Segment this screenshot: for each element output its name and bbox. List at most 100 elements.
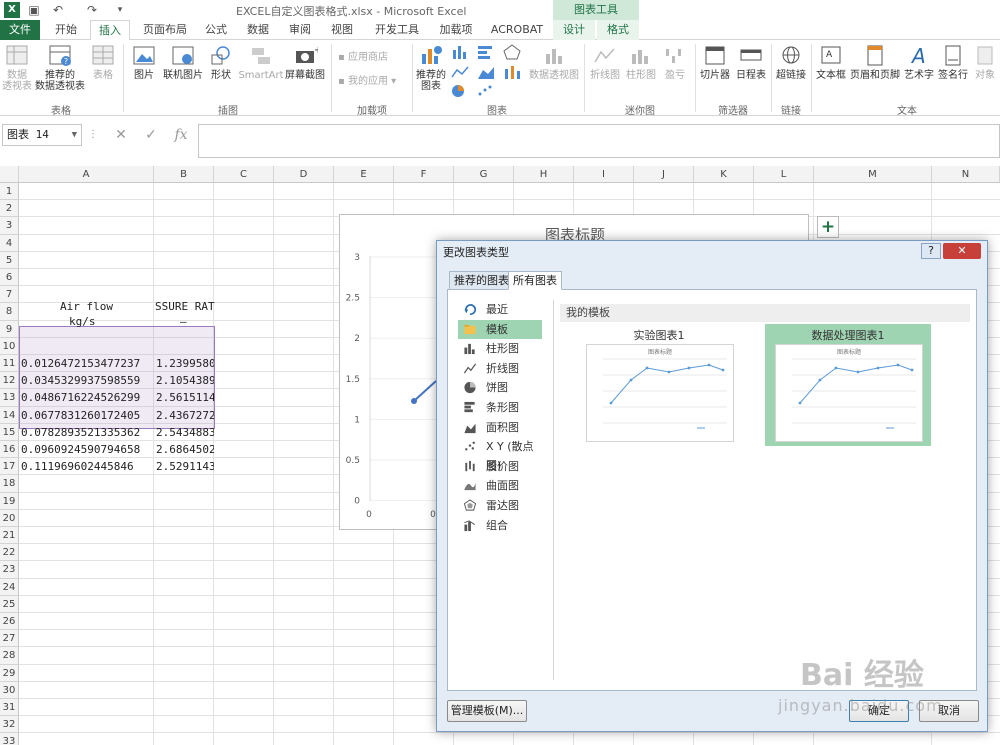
column-header-m[interactable]: M [814,166,932,183]
row-header[interactable]: 5 [0,251,19,269]
cancel-icon[interactable]: ✕ [110,125,132,145]
row-header[interactable]: 16 [0,441,19,459]
tab-acrobat[interactable]: ACROBAT [486,20,548,40]
tab-design[interactable]: 设计 [553,20,595,40]
tab-addins[interactable]: 加载项 [432,20,480,40]
row-header[interactable]: 4 [0,234,19,252]
row-header[interactable]: 18 [0,475,19,493]
chart-type-item[interactable]: 最近 [458,300,542,319]
row-header[interactable]: 9 [0,320,19,338]
row-header[interactable]: 2 [0,200,19,218]
row-header[interactable]: 25 [0,595,19,613]
customize-toolbar-icon[interactable]: ▾ [112,2,128,18]
chart-type-item[interactable]: 面积图 [458,418,542,437]
pictures-button[interactable]: 图片 [128,44,160,81]
row-header[interactable]: 27 [0,630,19,648]
cell-airflow[interactable]: 0.0345329937598559 [21,373,153,388]
chart-type-item[interactable]: 曲面图 [458,476,542,495]
table-button[interactable]: 表格 [88,44,118,81]
column-header-c[interactable]: C [214,166,274,183]
bar-chart-button[interactable] [476,44,498,62]
cell-a10[interactable]: kg/s [69,314,96,329]
cell-pressure-ratio[interactable]: 2.6864502 [156,442,214,457]
sparkline-column-button[interactable]: 柱形图 [624,44,658,81]
row-header[interactable]: 1 [0,183,19,201]
row-header[interactable]: 33 [0,733,19,745]
column-header-l[interactable]: L [754,166,814,183]
insert-function-button[interactable]: fx [170,125,192,145]
row-header[interactable]: 29 [0,664,19,682]
manage-templates-button[interactable]: 管理模板(M)... [447,700,527,722]
row-header[interactable]: 30 [0,681,19,699]
stock-chart-button[interactable] [502,64,524,82]
chart-type-item[interactable]: 条形图 [458,398,542,417]
redo-icon[interactable]: ↷ [84,2,100,18]
enter-icon[interactable]: ✓ [140,125,162,145]
tab-file[interactable]: 文件 [0,20,40,40]
tab-home[interactable]: 开始 [46,20,86,40]
area-chart-button[interactable] [476,64,498,82]
sparkline-line-button[interactable]: 折线图 [588,44,622,81]
pivot-table-button[interactable]: 数据 透视表 [2,44,32,92]
online-pictures-button[interactable]: 联机图片 [162,44,204,81]
row-header[interactable]: 14 [0,406,19,424]
column-header-g[interactable]: G [454,166,514,183]
tab-formulas[interactable]: 公式 [198,20,234,40]
template-card-1[interactable]: 实验图表1 图表标题 [576,324,742,446]
cell-b9[interactable]: SSURE RAT [155,299,215,314]
cell-airflow[interactable]: 0.0782893521335362 [21,425,153,440]
shapes-button[interactable]: 形状 [206,44,236,81]
row-header[interactable]: 6 [0,269,19,287]
cell-airflow[interactable]: 0.0677831260172405 [21,408,153,423]
column-header-n[interactable]: N [932,166,1000,183]
chart-type-item[interactable]: 组合 [458,516,542,535]
row-header[interactable]: 11 [0,355,19,373]
screenshot-button[interactable]: + 屏幕截图 [284,44,326,81]
pivot-chart-button[interactable]: 数据透视图 [528,44,580,81]
cell-pressure-ratio[interactable]: 2.5615114 [156,390,214,405]
row-header[interactable]: 12 [0,372,19,390]
chart-type-item[interactable]: 模板 [458,319,542,339]
row-header[interactable]: 3 [0,217,19,235]
undo-icon[interactable]: ↶ [50,2,66,18]
chart-type-item[interactable]: 股价图 [458,457,542,476]
radar-chart-button[interactable] [502,44,524,62]
slicer-button[interactable]: 切片器 [698,44,732,81]
chart-type-item[interactable]: 柱形图 [458,339,542,358]
select-all-corner[interactable] [0,166,19,183]
store-button[interactable]: ▪ 应用商店 [338,50,388,66]
tab-all-charts[interactable]: 所有图表 [508,271,562,290]
hyperlink-button[interactable]: 超链接 [774,44,808,81]
column-header-b[interactable]: B [154,166,214,183]
column-header-e[interactable]: E [334,166,394,183]
column-header-k[interactable]: K [694,166,754,183]
row-header[interactable]: 22 [0,544,19,562]
timeline-button[interactable]: 日程表 [734,44,768,81]
column-header-j[interactable]: J [634,166,694,183]
cell-b10[interactable]: – [180,314,187,329]
chart-elements-button[interactable]: + [817,216,839,238]
chart-type-item[interactable]: 折线图 [458,359,542,378]
my-apps-button[interactable]: ▪ 我的应用 ▾ [338,74,396,90]
cell-airflow[interactable]: 0.0126472153477237 [21,356,153,371]
template-card-2[interactable]: 数据处理图表1 图表标题 [765,324,931,446]
row-header[interactable]: 20 [0,509,19,527]
cell-pressure-ratio[interactable]: 2.5434883 [156,425,214,440]
excel-logo-icon[interactable]: X [4,2,20,18]
chart-type-item[interactable]: 雷达图 [458,496,542,515]
header-footer-button[interactable]: 页眉和页脚 [850,44,900,81]
cell-airflow[interactable]: 0.0960924590794658 [21,442,153,457]
column-header-d[interactable]: D [274,166,334,183]
column-header-h[interactable]: H [514,166,574,183]
pie-chart-button[interactable] [450,84,472,100]
object-button[interactable]: 对象 [970,44,1000,81]
row-header[interactable]: 19 [0,492,19,510]
row-header[interactable]: 10 [0,337,19,355]
tab-view[interactable]: 视图 [324,20,360,40]
tab-format[interactable]: 格式 [597,20,639,40]
cell-pressure-ratio[interactable]: 1.2399580 [156,356,214,371]
row-header[interactable]: 32 [0,716,19,734]
close-button[interactable]: ✕ [943,243,981,259]
column-chart-button[interactable] [450,44,472,62]
row-header[interactable]: 8 [0,303,19,321]
